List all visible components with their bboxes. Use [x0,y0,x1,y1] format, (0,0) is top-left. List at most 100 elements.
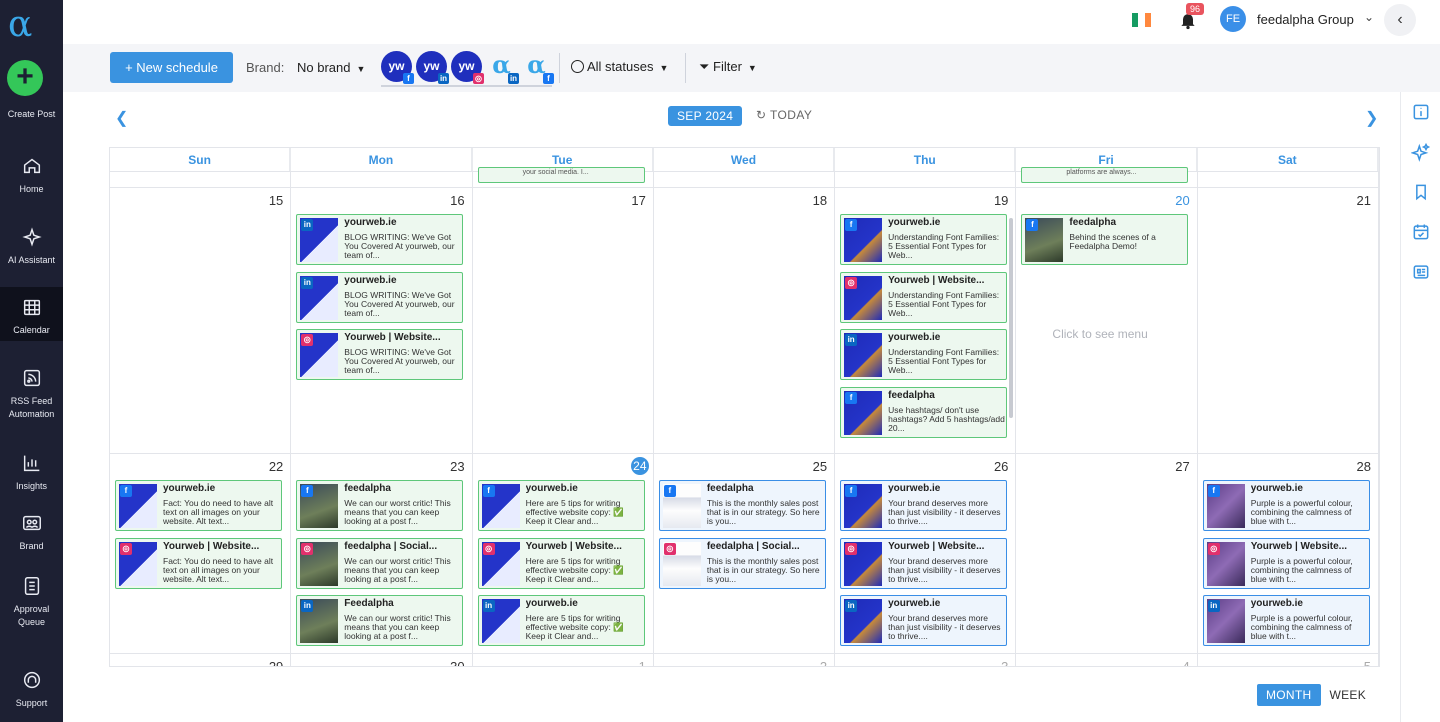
chevron-down-icon[interactable]: ⌄ [1364,10,1374,24]
post-card[interactable]: ◎ Yourweb | Website... Understanding Font … [840,271,1008,323]
post-card[interactable]: f yourweb.ie Your brand deserves more than… [840,480,1008,531]
post-card[interactable]: ◎ Yourweb | Website... Purple is a powerfu… [1202,537,1370,589]
post-card[interactable]: in Feedalpha We can our worst critic! This… [296,595,464,646]
day-cell[interactable]: 30 [291,654,473,666]
post-card[interactable]: f feedalpha Use hashtags/ don't use hashta… [840,386,1008,438]
new-schedule-button[interactable]: + New schedule [110,52,233,83]
post-card[interactable]: in yourweb.ie Your brand deserves more tha… [840,595,1008,646]
post-card[interactable]: in yourweb.ie Here are 5 tips for writing … [477,595,645,646]
sidebar-item-rss-feed[interactable]: RSS Feed Automation [0,367,63,423]
post-card[interactable]: ◎ Yourweb | Website... Fact: You do need t… [115,537,282,589]
day-cell[interactable]: 3 [835,654,1017,666]
post-card[interactable]: f feedalpha Behind the scenes of a Feedalp… [1021,214,1189,265]
account-chip[interactable]: α in [486,51,519,84]
post-card[interactable]: f yourweb.ie Understanding Font Families: … [840,214,1008,265]
account-chip[interactable]: yw in [416,51,449,84]
feedalpha-logo-icon[interactable]: α [8,7,46,44]
post-account: Yourweb | Website... [888,274,985,286]
day-cell[interactable]: platforms are always... [1016,167,1198,187]
account-chip[interactable]: yw f [381,51,414,84]
post-card-partial[interactable]: your social media. I... [477,167,645,183]
sidebar-item-ai-assistant[interactable]: AI Assistant [0,226,63,270]
month-view-button[interactable]: MONTH [1257,684,1321,706]
sidebar-item-brand[interactable]: Brand [0,512,63,556]
sidebar: α + Create Post Home AI Assistant Calend… [0,0,63,722]
post-card[interactable]: in yourweb.ie BLOG WRITING: We've Got You … [296,271,464,323]
post-excerpt: This is the monthly sales post that is i… [706,555,820,584]
status-select[interactable]: All statuses ▼ [571,59,668,74]
day-cell[interactable]: 25 f feedalpha This is the monthly sales po… [654,454,836,653]
post-excerpt: BLOG WRITING: We've Got You Covered At y… [344,347,455,375]
day-cell[interactable]: 23 f feedalpha We can our worst critic! Thi… [291,454,473,653]
post-card[interactable]: f feedalpha We can our worst critic! This … [296,480,464,531]
post-card[interactable]: f yourweb.ie Fact: You do need to have alt… [115,480,282,531]
brand-select[interactable]: No brand ▼ [297,60,365,75]
sidebar-item-support[interactable]: Support [0,669,63,713]
post-card[interactable]: f yourweb.ie Here are 5 tips for writing e… [477,480,645,531]
month-label[interactable]: SEP 2024 [668,106,743,126]
today-button[interactable]: ↻ TODAY [756,108,812,122]
sidebar-item-insights[interactable]: Insights [0,452,63,496]
day-cell[interactable]: 27 [1016,454,1198,653]
post-body: Yourweb | Website... Your brand deserves … [888,539,1006,588]
news-icon[interactable] [1411,262,1431,282]
create-post-button[interactable]: + [7,60,43,96]
next-month-icon[interactable]: ❯ [1365,108,1378,128]
day-cell[interactable]: 16 in yourweb.ie BLOG WRITING: We've Got Yo… [291,188,473,453]
post-card[interactable]: ◎ feedalpha | Social... This is the monthl… [658,537,826,589]
account-name[interactable]: feedalpha Group [1257,12,1354,27]
week-view-button[interactable]: WEEK [1321,684,1376,706]
post-card[interactable]: ◎ feedalpha | Social... We can our worst c… [296,537,464,589]
day-cell[interactable]: 5 [1198,654,1379,666]
day-cell[interactable]: 1 [473,654,654,666]
day-cell[interactable]: 26 f yourweb.ie Your brand deserves more th… [835,454,1017,653]
post-card[interactable]: ◎ Yourweb | Website... BLOG WRITING: We've… [296,329,464,380]
day-cell[interactable]: 22 f yourweb.ie Fact: You do need to have a… [110,454,292,653]
day-cell[interactable]: 20 Click to see menu f feedalpha Behind the … [1016,188,1198,453]
day-cell[interactable]: 17 [473,188,654,453]
day-cell[interactable]: 4 [1016,654,1198,666]
account-chip[interactable]: yw ◎ [451,51,484,84]
info-icon[interactable] [1411,102,1431,122]
sidebar-item-home[interactable]: Home [0,155,63,199]
day-cell[interactable]: 29 [110,654,292,666]
weekday-label: Thu [835,148,1017,171]
post-card-partial[interactable]: platforms are always... [1021,167,1189,183]
filter-label: Filter [713,59,742,74]
day-number: 21 [1356,193,1371,208]
day-cell[interactable]: your social media. I... [473,167,654,187]
sidebar-item-approval-queue[interactable]: Approval Queue [0,575,63,633]
post-thumbnail: f [844,390,883,435]
account-chip[interactable]: αf [521,51,554,84]
bookmark-icon[interactable] [1411,182,1431,202]
list-icon [21,575,43,597]
sidebar-item-calendar[interactable]: Calendar [0,287,63,341]
post-card[interactable]: ◎ Yourweb | Website... Here are 5 tips for… [477,537,645,589]
day-cell[interactable]: 18 [654,188,836,453]
ireland-flag-icon[interactable] [1132,13,1151,27]
sparkle-icon[interactable] [1410,142,1431,162]
day-cell[interactable]: 15 [110,188,292,453]
day-cell[interactable]: 19 f yourweb.ie Understanding Font Families… [835,188,1017,453]
filter-button[interactable]: ⏷ Filter ▼ [699,59,757,75]
day-cell[interactable]: 24 f yourweb.ie Here are 5 tips for writing… [473,454,654,653]
post-thumbnail: ◎ [1206,541,1245,586]
cell-scrollbar[interactable] [1009,218,1014,418]
post-card[interactable]: in yourweb.ie Purple is a powerful colour,… [1202,595,1370,646]
post-card[interactable]: in yourweb.ie Understanding Font Families:… [840,329,1008,380]
collapse-button[interactable]: ‹ [1384,4,1416,36]
post-card[interactable]: in yourweb.ie BLOG WRITING: We've Got You … [296,214,464,265]
post-card[interactable]: f feedalpha This is the monthly sales post… [658,480,826,531]
calendar-check-icon[interactable] [1411,222,1431,242]
post-card[interactable]: ◎ Yourweb | Website... Your brand deserves… [840,537,1008,589]
post-thumbnail: in [844,333,883,377]
prev-month-icon[interactable]: ❮ [115,108,128,128]
day-cell[interactable]: 21 [1198,188,1379,453]
post-card[interactable]: f yourweb.ie Purple is a powerful colour, … [1202,480,1370,531]
post-thumbnail: ◎ [119,541,157,586]
day-cell[interactable]: 28 f yourweb.ie Purple is a powerful colour… [1198,454,1379,653]
avatar[interactable]: FE [1220,6,1246,32]
day-cell[interactable]: 2 [654,654,836,666]
previous-week-strip: your social media. I... platforms are al… [110,167,1379,187]
post-account: feedalpha [706,483,754,494]
